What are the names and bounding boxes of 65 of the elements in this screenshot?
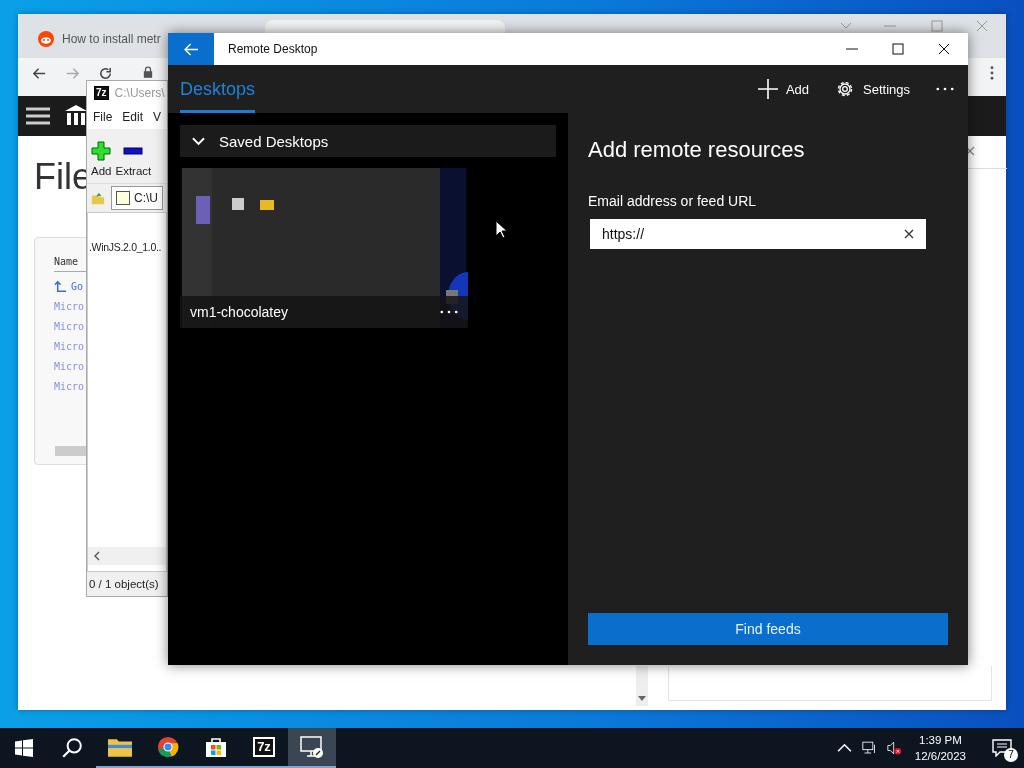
plus-icon xyxy=(757,79,778,99)
shopping-bag-icon[interactable] xyxy=(204,736,228,758)
scrollbar[interactable] xyxy=(88,547,166,565)
building-icon[interactable] xyxy=(64,104,88,128)
file-name[interactable]: .WinJS.2.0_1.0.. xyxy=(88,241,166,253)
more-icon[interactable] xyxy=(936,87,954,91)
browser-tab[interactable]: How to install metr xyxy=(28,20,168,58)
search-icon[interactable] xyxy=(60,737,84,759)
close-icon[interactable] xyxy=(938,43,950,55)
windows-logo-icon[interactable] xyxy=(15,739,33,757)
chevron-icon xyxy=(192,136,205,146)
status-text: 0 / 1 object(s) xyxy=(89,578,159,590)
back-button[interactable] xyxy=(168,33,214,65)
add-button[interactable]: Add xyxy=(757,79,809,99)
clock-time: 1:39 PM xyxy=(919,733,962,748)
caret-down-icon[interactable] xyxy=(638,696,646,701)
notification-count: 7 xyxy=(1004,748,1018,762)
clock-date: 12/6/2023 xyxy=(914,749,966,764)
clock[interactable]: 1:39 PM 12/6/2023 xyxy=(914,732,966,764)
mouse-cursor-icon xyxy=(495,220,507,239)
path-field[interactable]: C:\U xyxy=(111,186,163,210)
browser-icon[interactable] xyxy=(156,736,180,758)
menu-item[interactable]: Edit xyxy=(122,110,144,124)
reload-icon[interactable] xyxy=(98,66,113,81)
network-icon[interactable] xyxy=(861,741,877,755)
desktop-tile[interactable]: vm1-chocolatey xyxy=(180,168,468,328)
back-arrow-icon xyxy=(183,42,199,56)
panel-title: Add remote resources xyxy=(588,137,806,163)
scrollbar[interactable] xyxy=(55,446,87,456)
up-arrow-icon xyxy=(54,279,67,293)
url-field[interactable]: https:// xyxy=(590,219,926,249)
archive-app-logo[interactable]: 7z xyxy=(253,737,275,757)
notifications-icon[interactable] xyxy=(992,739,1012,757)
scrollbar[interactable] xyxy=(636,666,648,706)
desktop-name: vm1-chocolatey xyxy=(190,304,289,320)
chevron-up-icon[interactable] xyxy=(836,741,852,755)
alien-icon xyxy=(38,31,54,47)
menu-item[interactable]: File xyxy=(93,110,113,124)
back-icon[interactable] xyxy=(32,66,47,81)
menu-icon[interactable] xyxy=(990,66,994,80)
speaker-muted-icon[interactable] xyxy=(886,741,902,755)
more-icon[interactable] xyxy=(440,310,458,314)
find-feeds-button[interactable]: Find feeds xyxy=(588,613,948,645)
file-link[interactable]: Go xyxy=(71,280,84,292)
group-label: Saved Desktops xyxy=(219,132,329,150)
menu-item[interactable]: V xyxy=(153,110,162,124)
tab-title: How to install metr xyxy=(62,32,161,46)
window-title: Remote Desktop xyxy=(228,42,319,56)
menu-icon[interactable] xyxy=(26,106,50,126)
scroll-left-icon[interactable] xyxy=(94,551,100,561)
field-label: Email address or feed URL xyxy=(588,193,758,209)
toolbar-button[interactable]: Extract xyxy=(115,141,152,181)
archive-icon xyxy=(116,191,130,205)
plus-icon xyxy=(91,141,112,161)
settings-button[interactable]: Settings xyxy=(835,79,910,99)
clear-icon[interactable] xyxy=(904,229,914,239)
monitor-icon[interactable] xyxy=(300,736,324,758)
folder-icon[interactable] xyxy=(108,736,132,758)
maximize-icon[interactable] xyxy=(892,43,904,55)
window-title: C:\Users\ xyxy=(114,86,165,100)
group-header[interactable]: Saved Desktops xyxy=(180,125,556,157)
app-logo: 7z xyxy=(94,86,109,100)
toolbar-button[interactable]: Add xyxy=(91,141,112,181)
lock-icon xyxy=(143,66,153,78)
settings-icon xyxy=(835,79,855,99)
